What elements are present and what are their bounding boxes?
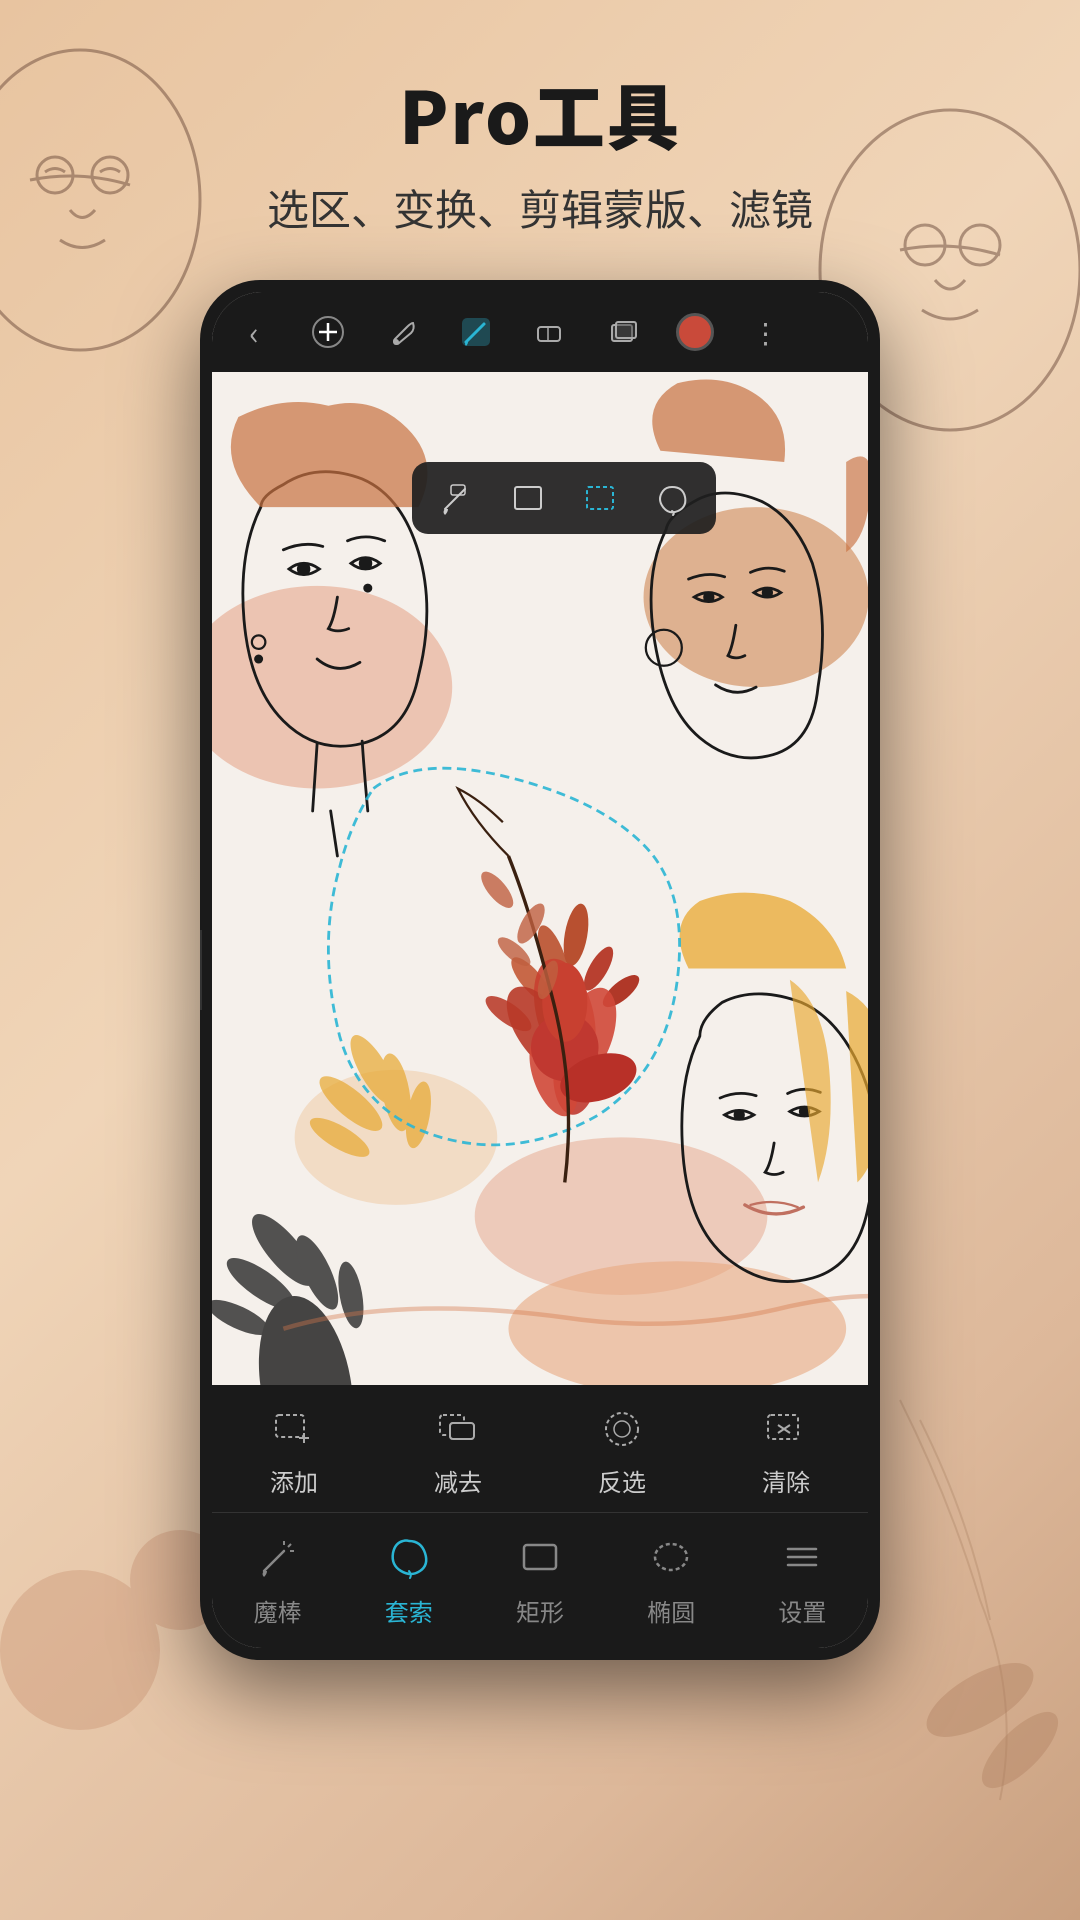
ellipse-icon	[645, 1531, 697, 1583]
dashed-rect-selection-icon[interactable]	[578, 476, 622, 520]
add-button[interactable]	[306, 310, 350, 354]
rectangle-label: 矩形	[516, 1593, 564, 1628]
more-button[interactable]: ⋮	[744, 310, 788, 354]
rect-selection-icon[interactable]	[506, 476, 550, 520]
magic-wand-label: 魔棒	[254, 1593, 302, 1628]
rectangle-tab[interactable]: 矩形	[474, 1513, 605, 1648]
lasso-selection-icon[interactable]	[650, 476, 694, 520]
ellipse-tab[interactable]: 椭圆	[606, 1513, 737, 1648]
invert-selection-label: 反选	[598, 1463, 646, 1498]
add-selection-label: 添加	[270, 1463, 318, 1498]
canvas-area[interactable]	[212, 372, 868, 1385]
bottom-panel: 添加 减去	[212, 1385, 868, 1648]
settings-label: 设置	[778, 1593, 826, 1628]
clear-selection-icon	[762, 1405, 810, 1453]
back-button[interactable]: ‹	[232, 310, 276, 354]
title-area: Pro工具 选区、变换、剪辑蒙版、滤镜	[0, 60, 1080, 238]
add-selection-icon	[270, 1405, 318, 1453]
settings-icon	[776, 1531, 828, 1583]
toolbar: ‹	[212, 292, 868, 372]
magic-wand-tab[interactable]: 魔棒	[212, 1513, 343, 1648]
invert-selection-icon	[598, 1405, 646, 1453]
eraser-button[interactable]	[528, 310, 572, 354]
magic-wand-icon	[252, 1531, 304, 1583]
screen: ‹	[212, 292, 868, 1648]
settings-tab[interactable]: 设置	[737, 1513, 868, 1648]
sub-title: 选区、变换、剪辑蒙版、滤镜	[0, 177, 1080, 238]
subtract-selection-label: 减去	[434, 1463, 482, 1498]
selection-actions: 添加 减去	[212, 1385, 868, 1513]
brush-button[interactable]	[454, 310, 498, 354]
lasso-icon	[383, 1531, 435, 1583]
selection-menu	[412, 462, 716, 534]
layers-button[interactable]	[602, 310, 646, 354]
main-title: Pro工具	[0, 60, 1080, 165]
subtract-selection-action[interactable]: 减去	[376, 1385, 540, 1512]
wrench-button[interactable]	[380, 310, 424, 354]
clear-selection-action[interactable]: 清除	[704, 1385, 868, 1512]
tool-tabs: 魔棒 套索	[212, 1513, 868, 1648]
fill-selection-icon[interactable]	[434, 476, 478, 520]
color-picker[interactable]	[676, 313, 714, 351]
side-button	[200, 930, 202, 1010]
clear-selection-label: 清除	[762, 1463, 810, 1498]
ellipse-label: 椭圆	[647, 1593, 695, 1628]
rectangle-icon	[514, 1531, 566, 1583]
phone-mockup: ‹	[200, 280, 880, 1660]
subtract-selection-icon	[434, 1405, 482, 1453]
lasso-label: 套索	[385, 1593, 433, 1628]
add-selection-action[interactable]: 添加	[212, 1385, 376, 1512]
lasso-tab[interactable]: 套索	[343, 1513, 474, 1648]
invert-selection-action[interactable]: 反选	[540, 1385, 704, 1512]
